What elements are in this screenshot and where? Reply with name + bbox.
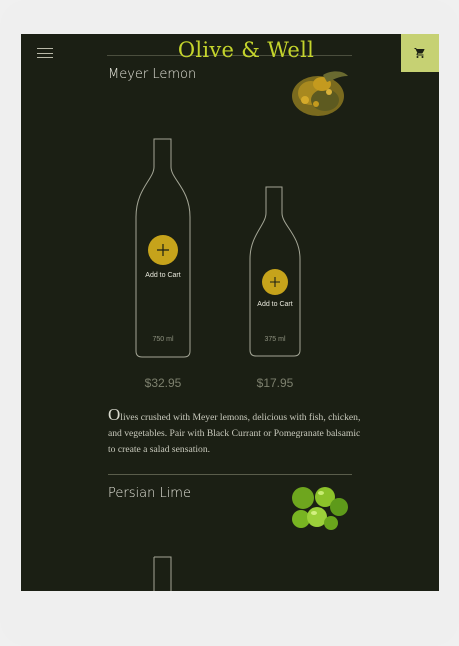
description-text: lives crushed with Meyer lemons, delicio… <box>108 412 361 455</box>
brand-logo[interactable]: Olive & Well <box>131 38 361 62</box>
size-label: 375 ml <box>264 336 286 343</box>
add-to-cart-label[interactable]: Add to Cart <box>245 301 305 308</box>
app-screen: Olive & Well Meyer Lemon Add to Cart 750… <box>21 34 439 591</box>
size-label: 750 ml <box>152 336 174 343</box>
persian-lime-image <box>292 487 348 530</box>
section-divider <box>108 474 352 475</box>
plus-icon <box>157 244 169 256</box>
description-dropcap: O <box>108 405 121 424</box>
bottle-750ml <box>153 556 172 591</box>
price-label: $17.95 <box>256 376 294 390</box>
product-description: Olives crushed with Meyer lemons, delici… <box>108 405 368 458</box>
product-title: Meyer Lemon <box>108 67 197 82</box>
hamburger-menu-icon[interactable] <box>37 48 53 58</box>
add-to-cart-button-750ml[interactable] <box>148 235 178 265</box>
top-bar: Olive & Well <box>21 34 439 72</box>
meyer-lemon-image <box>292 71 348 116</box>
cart-button[interactable] <box>401 34 439 72</box>
shopping-cart-icon <box>414 48 425 58</box>
add-to-cart-button-375ml[interactable] <box>262 269 288 295</box>
device-frame: Olive & Well Meyer Lemon Add to Cart 750… <box>0 0 459 646</box>
product-title: Persian Lime <box>108 486 191 501</box>
plus-icon <box>270 277 280 287</box>
price-label: $32.95 <box>144 376 182 390</box>
add-to-cart-label[interactable]: Add to Cart <box>133 272 193 279</box>
